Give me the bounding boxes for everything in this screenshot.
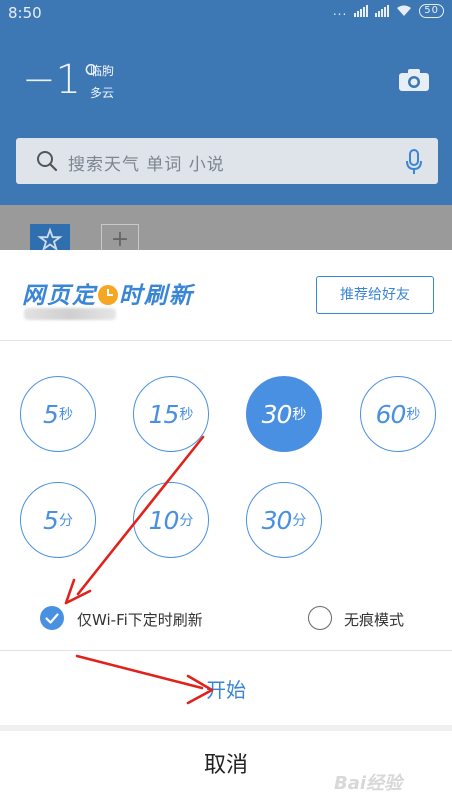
- annotation-arrow-to-checkbox: [76, 435, 205, 596]
- annotation-arrow-to-start: [75, 654, 204, 690]
- annotation-arrow-to-start-head: [186, 674, 214, 705]
- watermark: Bai经验: [334, 773, 403, 794]
- annotation-arrows: [64, 435, 214, 705]
